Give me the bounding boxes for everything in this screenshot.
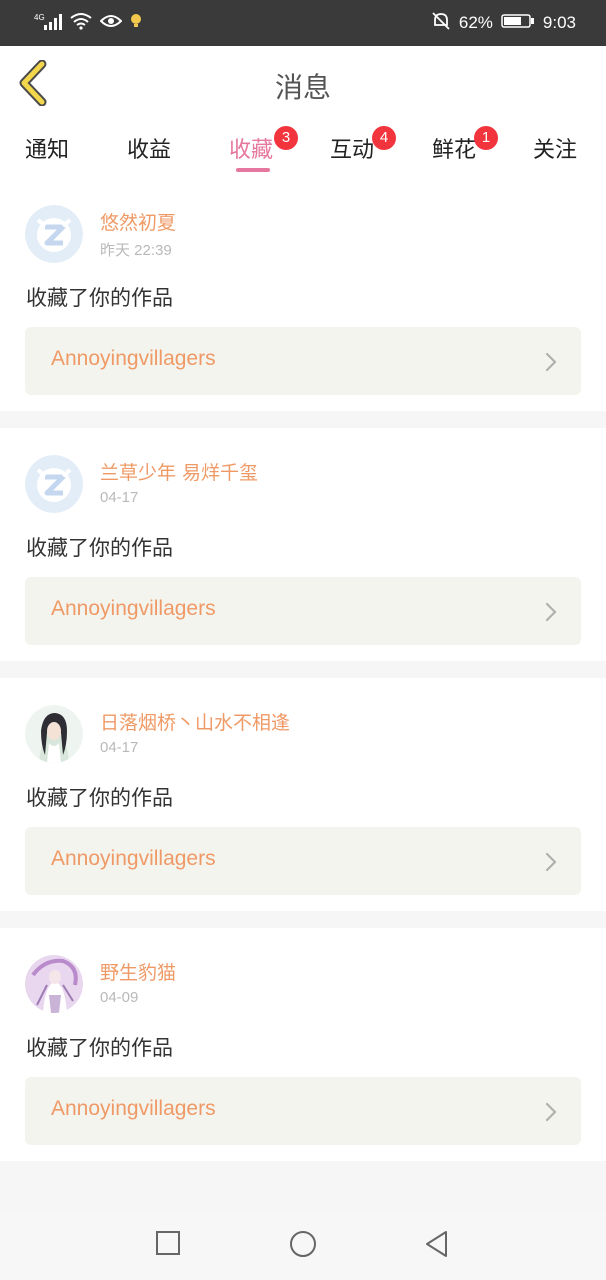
avatar[interactable] — [25, 205, 83, 263]
battery-percent: 62% — [458, 13, 493, 32]
work-link[interactable]: Annoyingvillagers — [25, 1077, 581, 1145]
work-title: Annoyingvillagers — [51, 347, 216, 370]
work-title: Annoyingvillagers — [51, 1097, 216, 1120]
page-title: 消息 — [274, 71, 331, 104]
header: 消息 — [0, 46, 606, 121]
chevron-right-icon — [545, 1102, 557, 1122]
action-text: 收藏了你的作品 — [26, 1036, 173, 1060]
tab-flowers[interactable]: 鲜花 1 — [432, 126, 498, 164]
status-bar: 4G 62% 9:03 — [0, 0, 606, 46]
list-item: 野生豹猫 04-09 收藏了你的作品 Annoyingvillagers — [0, 928, 606, 1161]
tab-favorites[interactable]: 收藏 3 — [229, 126, 298, 164]
work-link[interactable]: Annoyingvillagers — [25, 327, 581, 395]
clock: 9:03 — [542, 13, 576, 32]
tab-label: 收藏 — [229, 138, 274, 163]
wifi-icon — [70, 12, 92, 34]
recent-apps-button[interactable] — [155, 1230, 181, 1260]
chevron-right-icon — [545, 602, 557, 622]
system-nav-bar — [0, 1212, 606, 1280]
chevron-right-icon — [545, 352, 557, 372]
work-link[interactable]: Annoyingvillagers — [25, 577, 581, 645]
list-item: 日落烟桥丶山水不相逢 04-17 收藏了你的作品 Annoyingvillage… — [0, 678, 606, 911]
tab-label: 关注 — [533, 138, 578, 163]
tab-label: 互动 — [330, 138, 375, 163]
tab-badge: 3 — [274, 126, 298, 150]
action-text: 收藏了你的作品 — [26, 536, 173, 560]
circle-icon — [290, 1231, 316, 1257]
action-text: 收藏了你的作品 — [26, 286, 173, 310]
back-nav-button[interactable] — [424, 1230, 450, 1262]
username[interactable]: 悠然初夏 — [100, 208, 176, 235]
avatar[interactable] — [25, 705, 83, 763]
tab-interactions[interactable]: 互动 4 — [330, 126, 396, 164]
tab-badge: 4 — [372, 126, 396, 150]
username[interactable]: 日落烟桥丶山水不相逢 — [100, 708, 290, 735]
mute-icon — [431, 11, 451, 36]
timestamp: 昨天 22:39 — [100, 242, 172, 259]
bulb-icon — [130, 13, 142, 33]
tab-notifications[interactable]: 通知 — [25, 132, 69, 164]
username[interactable]: 兰草少年 易烊千玺 — [100, 458, 258, 485]
tab-badge: 1 — [474, 126, 498, 150]
tab-earnings[interactable]: 收益 — [127, 132, 171, 164]
avatar[interactable] — [25, 455, 83, 513]
avatar[interactable] — [25, 955, 83, 1013]
tab-label: 收益 — [127, 138, 172, 163]
signal-icon: 4G — [34, 11, 62, 35]
tab-follow[interactable]: 关注 — [533, 132, 577, 164]
square-icon — [156, 1231, 180, 1255]
tab-label: 鲜花 — [432, 138, 477, 163]
list-item: 兰草少年 易烊千玺 04-17 收藏了你的作品 Annoyingvillager… — [0, 428, 606, 661]
triangle-back-icon — [426, 1231, 447, 1257]
action-text: 收藏了你的作品 — [26, 786, 173, 810]
username[interactable]: 野生豹猫 — [100, 958, 176, 985]
eye-icon — [99, 13, 123, 33]
tab-label: 通知 — [25, 138, 70, 163]
tab-bar: 通知 收益 收藏 3 互动 4 鲜花 1 关注 — [0, 120, 606, 178]
svg-text:4G: 4G — [34, 13, 45, 22]
battery-icon — [501, 13, 535, 34]
home-button[interactable] — [289, 1230, 317, 1262]
timestamp: 04-17 — [100, 489, 139, 506]
timestamp: 04-17 — [100, 739, 139, 756]
timestamp: 04-09 — [100, 989, 139, 1006]
list-item: 悠然初夏 昨天 22:39 收藏了你的作品 Annoyingvillagers — [0, 178, 606, 411]
active-tab-indicator — [236, 168, 270, 172]
chevron-right-icon — [545, 852, 557, 872]
work-title: Annoyingvillagers — [51, 847, 216, 870]
work-link[interactable]: Annoyingvillagers — [25, 827, 581, 895]
work-title: Annoyingvillagers — [51, 597, 216, 620]
